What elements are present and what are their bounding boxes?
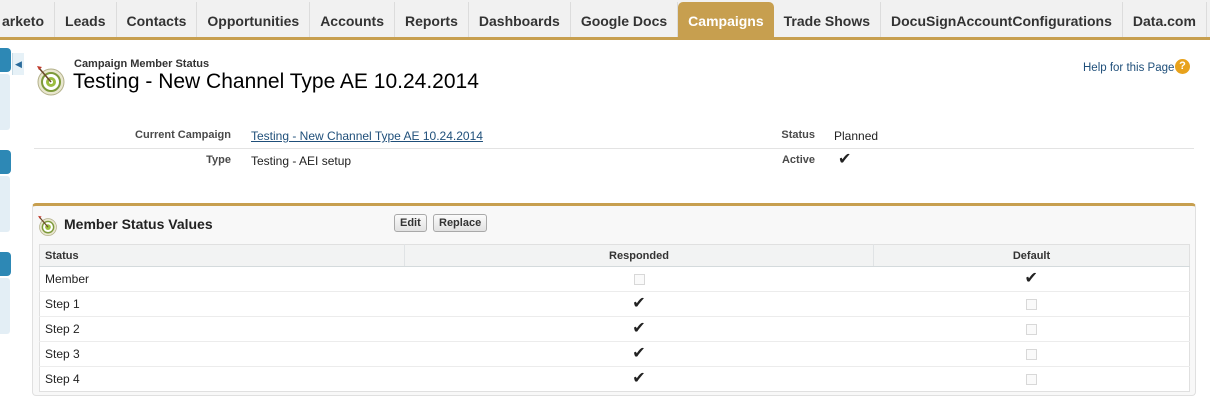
tab-contacts[interactable]: Contacts <box>117 2 198 37</box>
tab-label: Data.com <box>1132 12 1196 29</box>
tab-label: DocuSignAccountConfigurations <box>891 12 1112 29</box>
help-icon[interactable]: ? <box>1175 59 1190 74</box>
tab-label: Opportunities <box>207 12 300 29</box>
tab-label: Contacts <box>126 12 187 29</box>
column-header-responded: Responded <box>404 244 874 267</box>
tab-reports[interactable]: Reports <box>395 2 469 37</box>
help-link[interactable]: Help for this Page <box>1083 62 1174 74</box>
column-header-status: Status <box>39 244 405 267</box>
checkmark-icon: ✔ <box>1024 270 1038 287</box>
tab-label: Google Docs <box>580 12 668 29</box>
member-status-table: Status Responded Default Member ✔ Step 1… <box>39 244 1190 392</box>
checkmark-icon: ✔ <box>632 370 646 387</box>
table-row: Step 1 ✔ <box>39 291 1190 317</box>
collapse-sidebar-button[interactable]: ◀ <box>12 53 24 75</box>
default-cell <box>873 316 1190 342</box>
unchecked-box-icon <box>1025 299 1037 311</box>
page-subtitle: Campaign Member Status <box>74 58 210 70</box>
unchecked-box-icon <box>633 274 645 286</box>
edit-button[interactable]: Edit <box>394 214 427 232</box>
responded-cell <box>404 266 874 292</box>
sidebar: ◀ <box>0 40 24 409</box>
status-label: Status <box>781 129 815 141</box>
column-header-default: Default <box>873 244 1190 267</box>
checkmark-icon: ✔ <box>632 345 646 362</box>
sidebar-panel <box>0 74 10 130</box>
tab-data-com[interactable]: Data.com <box>1123 2 1207 37</box>
tab-dashboards[interactable]: Dashboards <box>469 2 571 37</box>
checkmark-icon: ✔ <box>632 320 646 337</box>
type-value: Testing - AEI setup <box>251 154 352 168</box>
tab-google-docs[interactable]: Google Docs <box>571 2 679 37</box>
sidebar-tab[interactable] <box>0 150 11 174</box>
page-title: Testing - New Channel Type AE 10.24.2014 <box>73 70 479 93</box>
divider <box>34 148 1194 149</box>
checkmark-icon: ✔ <box>632 295 646 312</box>
campaign-target-icon <box>38 215 57 236</box>
sidebar-panel <box>0 176 10 232</box>
status-cell: Step 2 <box>39 316 405 342</box>
responded-cell: ✔ <box>404 316 874 342</box>
tab-label: Campaigns <box>688 12 764 29</box>
tab-opportunities[interactable]: Opportunities <box>197 2 311 37</box>
member-status-values-section: Member Status Values Edit Replace Status… <box>32 203 1196 396</box>
tab-leads[interactable]: Leads <box>55 2 117 37</box>
tab-label: Accounts <box>320 12 384 29</box>
sidebar-panel <box>0 278 10 334</box>
responded-cell: ✔ <box>404 291 874 317</box>
unchecked-box-icon <box>1025 349 1037 361</box>
status-cell: Step 3 <box>39 341 405 367</box>
tab-label: Trade Shows <box>783 12 870 29</box>
campaign-target-icon <box>37 66 65 96</box>
sidebar-tab[interactable] <box>0 252 11 276</box>
default-cell <box>873 291 1190 317</box>
table-header-row: Status Responded Default <box>39 244 1190 267</box>
status-cell: Step 4 <box>45 372 80 386</box>
tab-label: Leads <box>65 12 106 29</box>
tab-accounts[interactable]: Accounts <box>310 2 395 37</box>
top-tab-bar: arketo Leads Contacts Opportunities Acco… <box>0 0 1210 40</box>
unchecked-box-icon <box>1025 324 1037 336</box>
sidebar-tab[interactable] <box>0 48 11 72</box>
tab-label: arketo <box>2 12 45 29</box>
tab-trade-shows[interactable]: Trade Shows <box>774 2 881 37</box>
active-checkmark-icon: ✔ <box>838 151 852 168</box>
default-cell <box>873 341 1190 367</box>
status-value: Planned <box>834 129 879 143</box>
section-title: Member Status Values <box>64 216 213 232</box>
default-cell <box>874 367 1190 392</box>
table-row: Step 2 ✔ <box>39 316 1190 342</box>
responded-cell: ✔ <box>404 341 874 367</box>
current-campaign-link[interactable]: Testing - New Channel Type AE 10.24.2014 <box>251 129 483 143</box>
status-cell: Member <box>39 266 405 292</box>
replace-button[interactable]: Replace <box>433 214 488 232</box>
table-row: Step 4 ✔ <box>40 367 1190 392</box>
table-row: Member ✔ <box>39 266 1190 292</box>
tab-marketo[interactable]: arketo <box>0 2 56 37</box>
tab-docusign-account-configurations[interactable]: DocuSignAccountConfigurations <box>881 2 1123 37</box>
unchecked-box-icon <box>1025 374 1037 386</box>
responded-cell: ✔ <box>405 367 874 392</box>
type-label: Type <box>206 154 231 166</box>
table-row: Step 3 ✔ <box>39 341 1190 367</box>
default-cell: ✔ <box>873 266 1190 292</box>
tab-label: Dashboards <box>478 12 560 29</box>
current-campaign-label: Current Campaign <box>135 129 231 141</box>
status-cell: Step 1 <box>39 291 405 317</box>
chevron-left-icon: ◀ <box>15 59 22 69</box>
tab-campaigns[interactable]: Campaigns <box>678 2 774 37</box>
active-label: Active <box>781 154 815 166</box>
tab-label: Reports <box>404 12 458 29</box>
